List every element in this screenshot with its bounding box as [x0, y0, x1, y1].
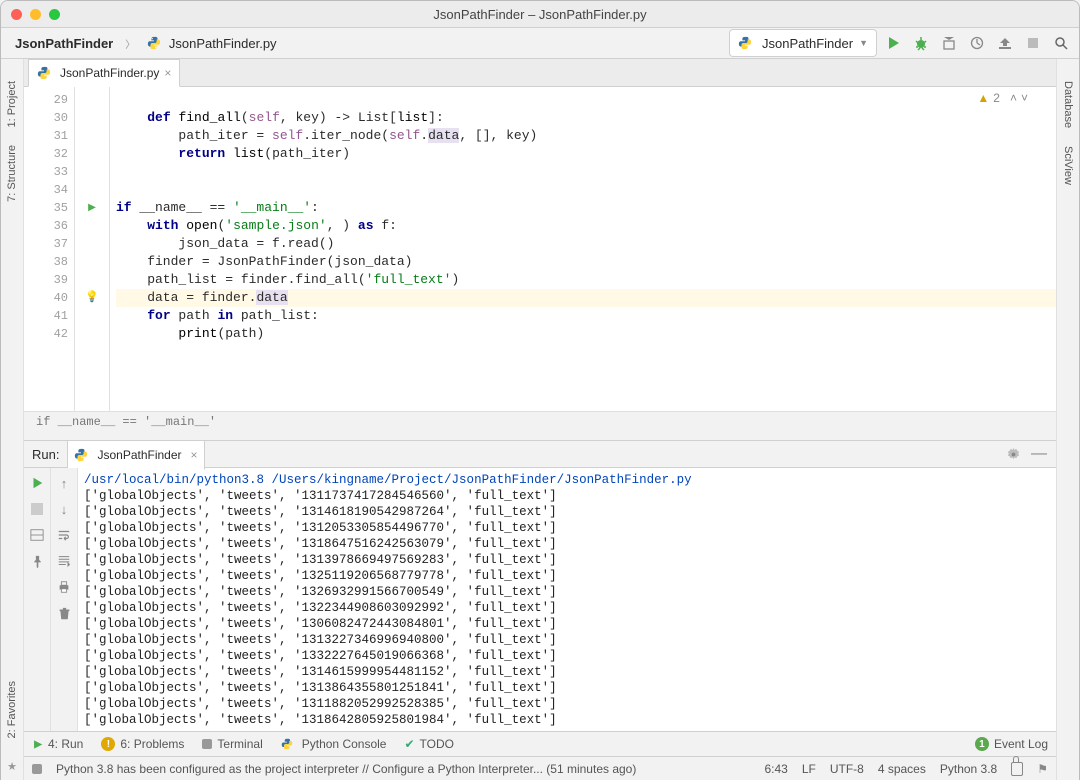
pin-icon[interactable] [28, 552, 46, 570]
navigation-toolbar: JsonPathFinder 〉 JsonPathFinder.py JsonP… [1, 28, 1079, 59]
marker-gutter: ▶💡 [75, 87, 110, 411]
chevron-down-icon[interactable]: ˅ [1021, 91, 1028, 105]
print-icon[interactable] [55, 578, 73, 596]
ide-errors-icon[interactable]: ⚑ [1037, 762, 1048, 776]
sidebar-item-favorites[interactable]: 2: Favorites [6, 677, 18, 742]
python-icon [74, 448, 88, 462]
status-message[interactable]: Python 3.8 has been configured as the pr… [56, 762, 636, 776]
chevron-down-icon: ▼ [859, 38, 868, 48]
inspection-widget[interactable]: ▲ 2 ˄ ˅ [977, 91, 1028, 105]
bottom-run[interactable]: 4: Run [32, 737, 83, 751]
stop-icon[interactable] [28, 500, 46, 518]
window-title: JsonPathFinder – JsonPathFinder.py [1, 7, 1079, 22]
run-toolwindow-header: Run: JsonPathFinder × — [24, 441, 1056, 468]
event-badge-icon: 1 [975, 737, 989, 751]
console-output[interactable]: /usr/local/bin/python3.8 /Users/kingname… [78, 468, 1056, 731]
breadcrumb-file[interactable]: JsonPathFinder.py [139, 34, 284, 53]
bottom-toolbar: 4: Run !6: Problems Terminal Python Cons… [24, 731, 1056, 756]
bottom-problems[interactable]: !6: Problems [101, 737, 184, 751]
stop-button[interactable] [1021, 31, 1045, 55]
profile-button[interactable] [965, 31, 989, 55]
attach-button[interactable] [993, 31, 1017, 55]
breadcrumb-sep-icon: 〉 [125, 36, 135, 51]
code-breadcrumb[interactable]: if __name__ == '__main__' [24, 411, 1056, 440]
status-bar: Python 3.8 has been configured as the pr… [24, 756, 1056, 780]
toolwindows-icon[interactable] [32, 764, 42, 774]
python-file-icon [37, 66, 51, 80]
status-coords[interactable]: 6:43 [764, 762, 787, 776]
gear-icon[interactable] [1004, 445, 1022, 463]
run-label: Run: [32, 447, 59, 462]
run-toolwindow: Run: JsonPathFinder × — [24, 440, 1056, 731]
close-icon[interactable]: × [191, 448, 198, 462]
line-number-gutter: 2930313233343536373839404142 [24, 87, 75, 411]
python-icon [738, 36, 752, 50]
status-indent[interactable]: 4 spaces [878, 762, 926, 776]
editor-tabs: JsonPathFinder.py × [24, 59, 1056, 87]
run-button[interactable] [881, 31, 905, 55]
up-icon[interactable]: ↑ [55, 474, 73, 492]
wrap-icon[interactable] [55, 526, 73, 544]
run-side-toolbar-1 [24, 468, 51, 731]
status-python[interactable]: Python 3.8 [940, 762, 997, 776]
down-icon[interactable]: ↓ [55, 500, 73, 518]
python-icon [281, 738, 293, 750]
close-icon[interactable]: × [164, 66, 171, 80]
run-tab-label: JsonPathFinder [97, 448, 181, 462]
run-config-label: JsonPathFinder [762, 36, 853, 51]
terminal-icon [202, 739, 212, 749]
breadcrumb-file-label: JsonPathFinder.py [169, 36, 277, 51]
run-tab[interactable]: JsonPathFinder × [67, 440, 204, 470]
scroll-icon[interactable] [55, 552, 73, 570]
titlebar: JsonPathFinder – JsonPathFinder.py [1, 1, 1079, 28]
editor[interactable]: 2930313233343536373839404142 ▶💡 def find… [24, 87, 1056, 411]
sidebar-item-database[interactable]: Database [1062, 77, 1074, 132]
sidebar-item-structure[interactable]: 7: Structure [6, 141, 18, 206]
python-file-icon [147, 36, 161, 50]
trash-icon[interactable] [55, 604, 73, 622]
bottom-todo[interactable]: ✔TODO [404, 737, 454, 751]
bottom-terminal[interactable]: Terminal [202, 737, 262, 751]
status-linesep[interactable]: LF [802, 762, 816, 776]
chevron-up-icon[interactable]: ˄ [1010, 91, 1017, 105]
breadcrumb-project[interactable]: JsonPathFinder [7, 34, 121, 53]
right-toolstrip: Database SciView [1056, 59, 1079, 780]
lock-icon[interactable] [1011, 762, 1023, 776]
left-toolstrip: 1: Project 7: Structure 2: Favorites ★ [1, 59, 24, 780]
ide-window: JsonPathFinder – JsonPathFinder.py JsonP… [0, 0, 1080, 780]
run-config-selector[interactable]: JsonPathFinder ▼ [729, 29, 877, 57]
tab-active[interactable]: JsonPathFinder.py × [28, 59, 180, 87]
editor-content[interactable]: def find_all(self, key) -> List[list]: p… [110, 87, 1056, 411]
hide-icon[interactable]: — [1030, 445, 1048, 463]
sidebar-item-project[interactable]: 1: Project [6, 77, 18, 131]
sidebar-item-sciview[interactable]: SciView [1062, 142, 1074, 189]
favorites-star-icon[interactable]: ★ [7, 760, 17, 773]
warning-icon: ▲ [977, 91, 989, 105]
debug-button[interactable] [909, 31, 933, 55]
bottom-eventlog[interactable]: 1Event Log [975, 737, 1048, 751]
bottom-pyconsole[interactable]: Python Console [281, 737, 387, 751]
status-encoding[interactable]: UTF-8 [830, 762, 864, 776]
run-side-toolbar-2: ↑ ↓ [51, 468, 78, 731]
rerun-icon[interactable] [28, 474, 46, 492]
warning-count: 2 [993, 91, 1000, 105]
layout-icon[interactable] [28, 526, 46, 544]
search-button[interactable] [1049, 31, 1073, 55]
coverage-button[interactable] [937, 31, 961, 55]
main-area: JsonPathFinder.py × 29303132333435363738… [24, 59, 1056, 780]
tab-label: JsonPathFinder.py [60, 66, 159, 80]
